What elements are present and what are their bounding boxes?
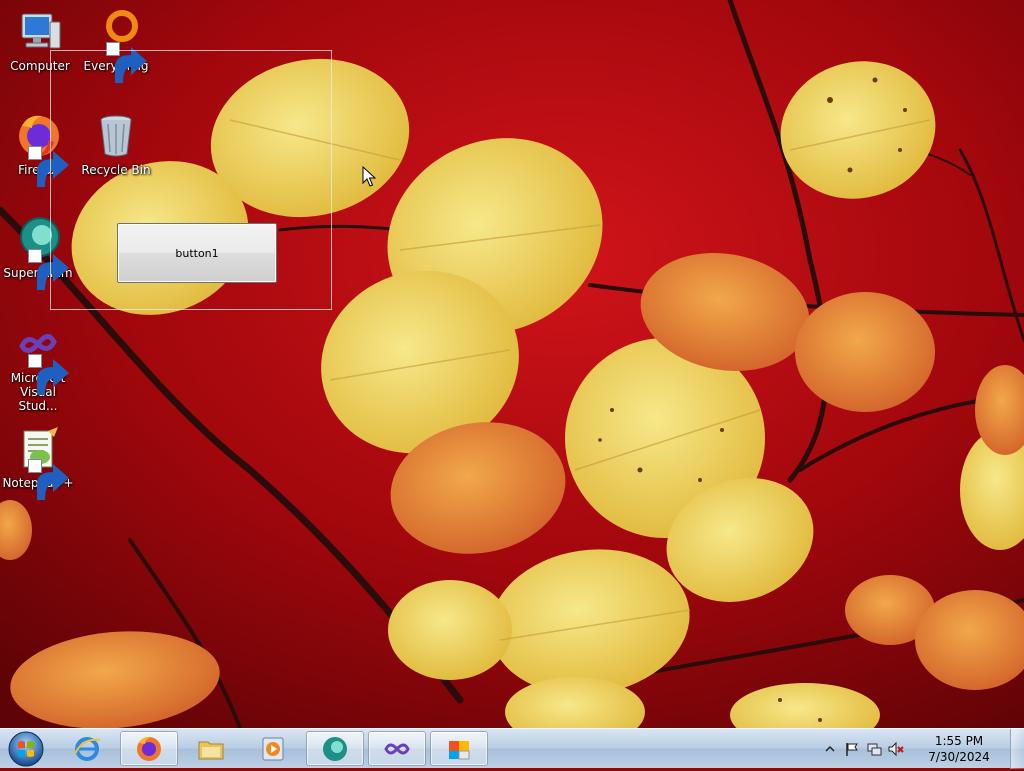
shortcut-arrow-icon: [28, 459, 69, 500]
clock-date: 7/30/2024: [928, 750, 990, 764]
shortcut-arrow-icon: [28, 354, 69, 395]
taskbar-file-explorer[interactable]: [182, 731, 240, 766]
taskbar-supermium[interactable]: [306, 731, 364, 766]
action-center-flag-icon[interactable]: [844, 741, 860, 757]
start-orb-icon: [8, 731, 44, 767]
taskbar-form-app[interactable]: [430, 731, 488, 766]
visual-studio-icon: [14, 320, 69, 395]
desktop-icon-visual-studio[interactable]: Microsoft Visual Stud...: [0, 320, 76, 413]
desktop-icon-notepad-plus-plus[interactable]: Notepad++: [0, 425, 76, 500]
shortcut-arrow-icon: [28, 146, 69, 187]
show-hidden-icons-chevron[interactable]: [822, 741, 838, 757]
button1[interactable]: button1: [117, 223, 277, 283]
show-desktop-button[interactable]: [1010, 729, 1024, 769]
taskbar-firefox[interactable]: [120, 731, 178, 766]
taskbar-visual-studio[interactable]: [368, 731, 426, 766]
shortcut-arrow-icon: [28, 249, 69, 290]
start-button[interactable]: [4, 730, 48, 768]
mouse-cursor-icon: [362, 166, 376, 187]
taskbar-internet-explorer[interactable]: [58, 731, 116, 766]
computer-icon: [16, 8, 64, 56]
internet-explorer-icon: [74, 736, 101, 761]
form-app-icon: [449, 740, 470, 759]
media-player-icon: [262, 737, 284, 760]
volume-muted-icon[interactable]: [888, 741, 904, 757]
file-explorer-icon: [198, 741, 224, 759]
clock-time: 1:55 PM: [934, 734, 984, 748]
notepad-plus-plus-icon: [14, 425, 69, 500]
taskbar-clock[interactable]: 1:55 PM 7/30/2024: [924, 733, 994, 765]
taskbar: 1:55 PM 7/30/2024: [0, 728, 1024, 769]
firefox-icon: [137, 736, 161, 761]
visual-studio-icon: [384, 743, 410, 754]
network-icon[interactable]: [866, 741, 882, 757]
taskbar-media-player[interactable]: [244, 731, 302, 766]
everything-icon: [92, 8, 147, 83]
supermium-icon: [323, 736, 347, 761]
